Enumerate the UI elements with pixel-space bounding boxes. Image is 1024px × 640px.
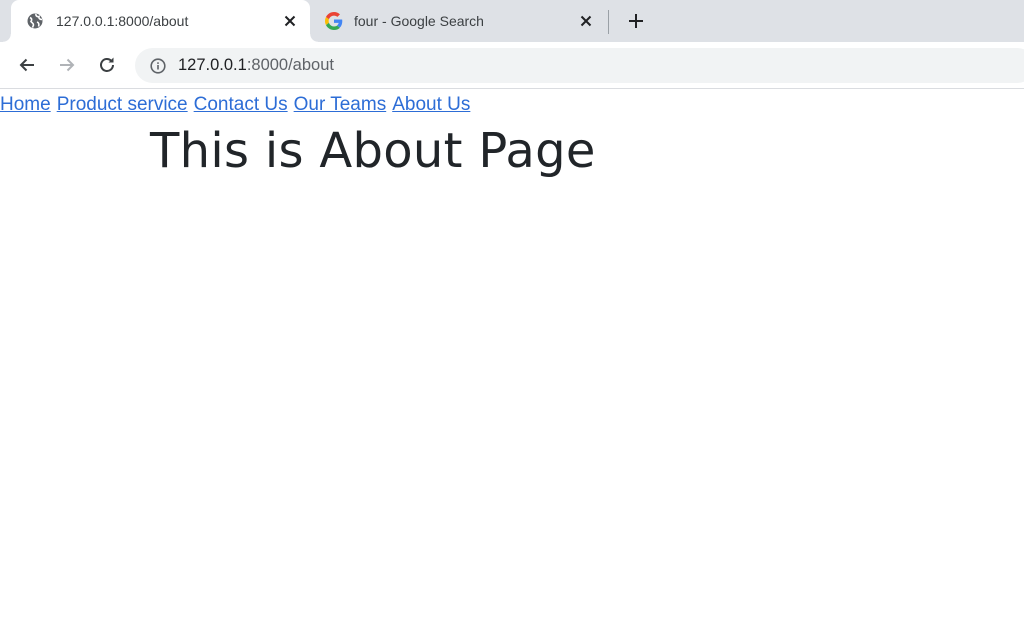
back-button[interactable]: [13, 51, 41, 79]
url-host: 127.0.0.1: [178, 56, 247, 74]
nav-link-about-us[interactable]: About Us: [392, 94, 470, 115]
plus-icon: [629, 14, 643, 28]
url-path: :8000/about: [246, 56, 334, 74]
google-g-icon: [325, 12, 343, 30]
nav-link-our-teams[interactable]: Our Teams: [294, 94, 387, 115]
nav-link-contact-us[interactable]: Contact Us: [194, 94, 288, 115]
info-icon[interactable]: [149, 57, 167, 75]
globe-icon: [26, 12, 44, 30]
url-text: 127.0.0.1:8000/about: [178, 56, 334, 75]
reload-button[interactable]: [93, 51, 121, 79]
nav-link-home[interactable]: Home: [0, 94, 51, 115]
close-icon[interactable]: [578, 13, 594, 29]
nav-link-product-service[interactable]: Product service: [57, 94, 188, 115]
close-icon[interactable]: [282, 13, 298, 29]
arrow-right-icon: [60, 58, 75, 72]
browser-tabstrip: 127.0.0.1:8000/about four - Google Searc…: [0, 0, 1024, 42]
tab-title: 127.0.0.1:8000/about: [56, 13, 189, 29]
site-nav: Home Product service Contact Us Our Teams Ab…: [0, 93, 476, 117]
page-title: This is About Page: [150, 123, 596, 179]
address-bar[interactable]: 127.0.0.1:8000/about: [135, 48, 1024, 83]
forward-button[interactable]: [53, 51, 81, 79]
browser-toolbar: 127.0.0.1:8000/about: [0, 42, 1024, 88]
tab-divider: [608, 10, 609, 34]
page-content: Home Product service Contact Us Our Teams Ab…: [0, 89, 1024, 640]
tab-google-search[interactable]: four - Google Search: [312, 0, 606, 42]
reload-icon: [100, 57, 114, 72]
arrow-left-icon: [19, 58, 34, 72]
new-tab-button[interactable]: [624, 9, 648, 33]
tab-about[interactable]: 127.0.0.1:8000/about: [3, 0, 318, 42]
tab-title: four - Google Search: [354, 13, 484, 29]
